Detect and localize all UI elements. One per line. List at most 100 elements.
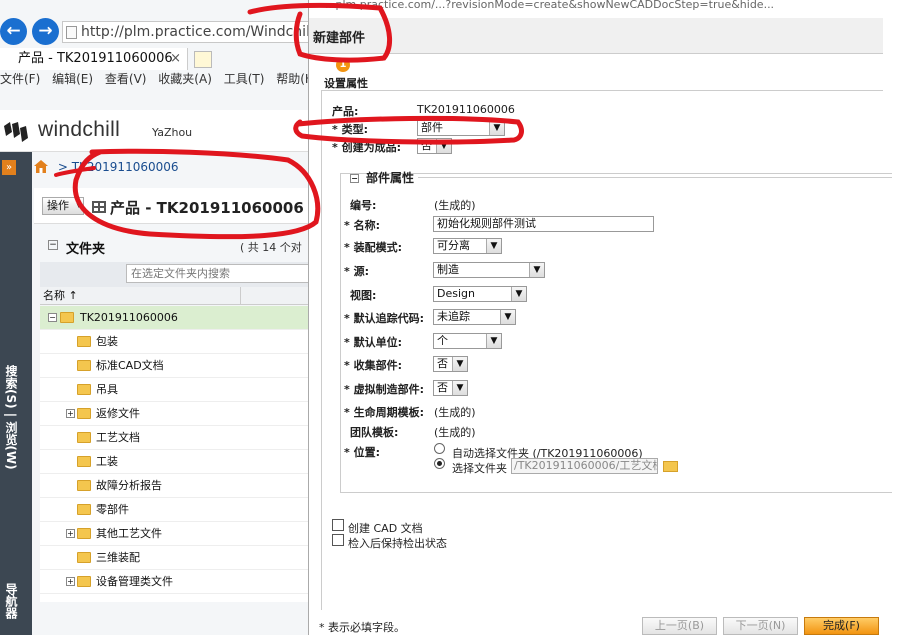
- breadcrumb: > TK201911060006: [34, 160, 310, 174]
- phantom-part-value: 否: [437, 381, 448, 394]
- gather-part-select[interactable]: 否 ▼: [433, 356, 468, 372]
- folder-tree-row[interactable]: 三维装配: [40, 546, 310, 570]
- phantom-part-select[interactable]: 否 ▼: [433, 380, 468, 396]
- trace-code-label: * 默认追踪代码:: [344, 312, 424, 325]
- actions-menu-button[interactable]: 操作: [42, 197, 84, 215]
- dropdown-arrow-icon: ▼: [452, 381, 467, 395]
- folder-label: 标准CAD文档: [96, 359, 164, 372]
- keep-checkout-label: 检入后保持检出状态: [348, 537, 447, 550]
- view-label: 视图:: [350, 289, 377, 302]
- menu-edit[interactable]: 编辑(E): [52, 72, 93, 86]
- create-cad-label: 创建 CAD 文档: [348, 522, 423, 535]
- menu-favorites[interactable]: 收藏夹(A): [158, 72, 212, 86]
- dropdown-arrow-icon: ▼: [500, 310, 515, 324]
- assembly-mode-value: 可分离: [437, 239, 470, 252]
- expand-navigator-icon[interactable]: »: [2, 160, 16, 175]
- next-button[interactable]: 下一页(N): [723, 617, 798, 635]
- address-input[interactable]: http://plm.practice.com/Windchill/app/: [62, 21, 310, 43]
- folder-label: 设备管理类文件: [96, 575, 173, 588]
- home-icon[interactable]: [34, 160, 48, 173]
- folder-tree-row[interactable]: 吊具: [40, 378, 310, 402]
- end-item-select[interactable]: 否 ▼: [417, 138, 452, 154]
- folder-search-bar: 在选定文件夹内搜索: [40, 262, 310, 287]
- folder-tree-row[interactable]: 标准CAD文档: [40, 354, 310, 378]
- folder-label: 吊具: [96, 383, 118, 396]
- expand-icon[interactable]: +: [66, 409, 75, 418]
- folder-icon: [77, 408, 91, 419]
- folder-tree-row[interactable]: 工装: [40, 450, 310, 474]
- dropdown-arrow-icon: ▼: [436, 139, 451, 153]
- folders-count: ( 共 14 个对: [240, 241, 302, 254]
- forward-icon[interactable]: →: [32, 18, 59, 45]
- address-bar-row: ← → http://plm.practice.com/Windchill/ap…: [0, 14, 310, 48]
- keep-checkout-checkbox[interactable]: [332, 534, 344, 546]
- user-name[interactable]: YaZhou: [152, 126, 192, 139]
- default-unit-select[interactable]: 个 ▼: [433, 333, 502, 349]
- folder-tree-row[interactable]: 工艺文档: [40, 426, 310, 450]
- folder-icon: [77, 576, 91, 587]
- navigator-search-browse-tab[interactable]: 搜索(S) | 浏览(W): [0, 365, 20, 470]
- collapse-icon[interactable]: −: [48, 313, 57, 322]
- folder-tree-row[interactable]: + 返修文件: [40, 402, 310, 426]
- create-cad-checkbox[interactable]: [332, 519, 344, 531]
- default-unit-label: * 默认单位:: [344, 336, 402, 349]
- folder-label: 其他工艺文件: [96, 527, 162, 540]
- name-input[interactable]: 初始化规则部件测试: [433, 216, 654, 232]
- choose-folder-label: 选择文件夹: [452, 462, 507, 475]
- gather-part-label: * 收集部件:: [344, 359, 402, 372]
- folder-icon: [77, 504, 91, 515]
- browser-tabs: 产品 - TK201911060006 ×: [0, 48, 310, 70]
- folder-path-input[interactable]: /TK201911060006/工艺文档: [511, 458, 658, 474]
- folder-icon: [60, 312, 74, 323]
- lifecycle-template-label: * 生命周期模板:: [344, 406, 424, 419]
- dialog-title: 新建部件: [313, 31, 366, 46]
- navigator-label[interactable]: 导航器: [0, 583, 20, 619]
- menu-view[interactable]: 查看(V): [105, 72, 147, 86]
- folder-label: 工装: [96, 455, 118, 468]
- new-tab-icon[interactable]: [194, 51, 212, 68]
- folder-icon: [77, 360, 91, 371]
- breadcrumb-product-link[interactable]: > TK201911060006: [58, 160, 179, 174]
- folder-tree-row[interactable]: 零部件: [40, 498, 310, 522]
- address-text: http://plm.practice.com/Windchill/app/: [81, 24, 310, 40]
- back-icon[interactable]: ←: [0, 18, 27, 45]
- column-divider[interactable]: [240, 287, 241, 305]
- browser-tab[interactable]: 产品 - TK201911060006 ×: [0, 48, 188, 70]
- folder-search-input[interactable]: 在选定文件夹内搜索: [126, 264, 310, 283]
- collapse-icon[interactable]: −: [48, 240, 58, 250]
- folder-tree-row[interactable]: + 其他工艺文件: [40, 522, 310, 546]
- section-divider: [418, 177, 892, 178]
- assembly-mode-select[interactable]: 可分离 ▼: [433, 238, 502, 254]
- menu-file[interactable]: 文件(F): [0, 72, 40, 86]
- folder-tree-row[interactable]: 故障分析报告: [40, 474, 310, 498]
- folder-tree-row[interactable]: − TK201911060006: [40, 306, 310, 330]
- auto-folder-radio[interactable]: [434, 443, 445, 454]
- folder-icon: [77, 552, 91, 563]
- column-header-name[interactable]: 名称 ↑: [43, 289, 78, 302]
- product-label: 产品:: [332, 105, 359, 118]
- trace-code-select[interactable]: 未追踪 ▼: [433, 309, 516, 325]
- gather-part-value: 否: [437, 357, 448, 370]
- type-select[interactable]: 部件 ▼: [417, 120, 505, 136]
- view-select[interactable]: Design ▼: [433, 286, 527, 302]
- tab-close-icon[interactable]: ×: [170, 48, 181, 70]
- expand-icon[interactable]: +: [66, 529, 75, 538]
- folder-label: 故障分析报告: [96, 479, 162, 492]
- expand-icon[interactable]: +: [66, 577, 75, 586]
- part-attributes-header[interactable]: − 部件属性: [350, 169, 414, 186]
- finish-button[interactable]: 完成(F): [804, 617, 879, 635]
- prev-button[interactable]: 上一页(B): [642, 617, 717, 635]
- folder-tree-row[interactable]: 包装: [40, 330, 310, 354]
- product-value: TK201911060006: [417, 103, 515, 116]
- source-label: * 源:: [344, 265, 369, 278]
- step-label: 设置属性: [324, 77, 368, 90]
- navigator-sidebar: » 搜索(S) | 浏览(W): [0, 152, 32, 635]
- folder-tree-row[interactable]: + 设备管理类文件: [40, 570, 310, 594]
- menu-tools[interactable]: 工具(T): [224, 72, 265, 86]
- source-select[interactable]: 制造 ▼: [433, 262, 545, 278]
- menu-help[interactable]: 帮助(H): [276, 72, 310, 86]
- collapse-section-icon[interactable]: −: [350, 174, 359, 183]
- folder-picker-icon[interactable]: [663, 461, 678, 472]
- dropdown-arrow-icon: ▼: [486, 239, 501, 253]
- choose-folder-radio[interactable]: [434, 458, 445, 469]
